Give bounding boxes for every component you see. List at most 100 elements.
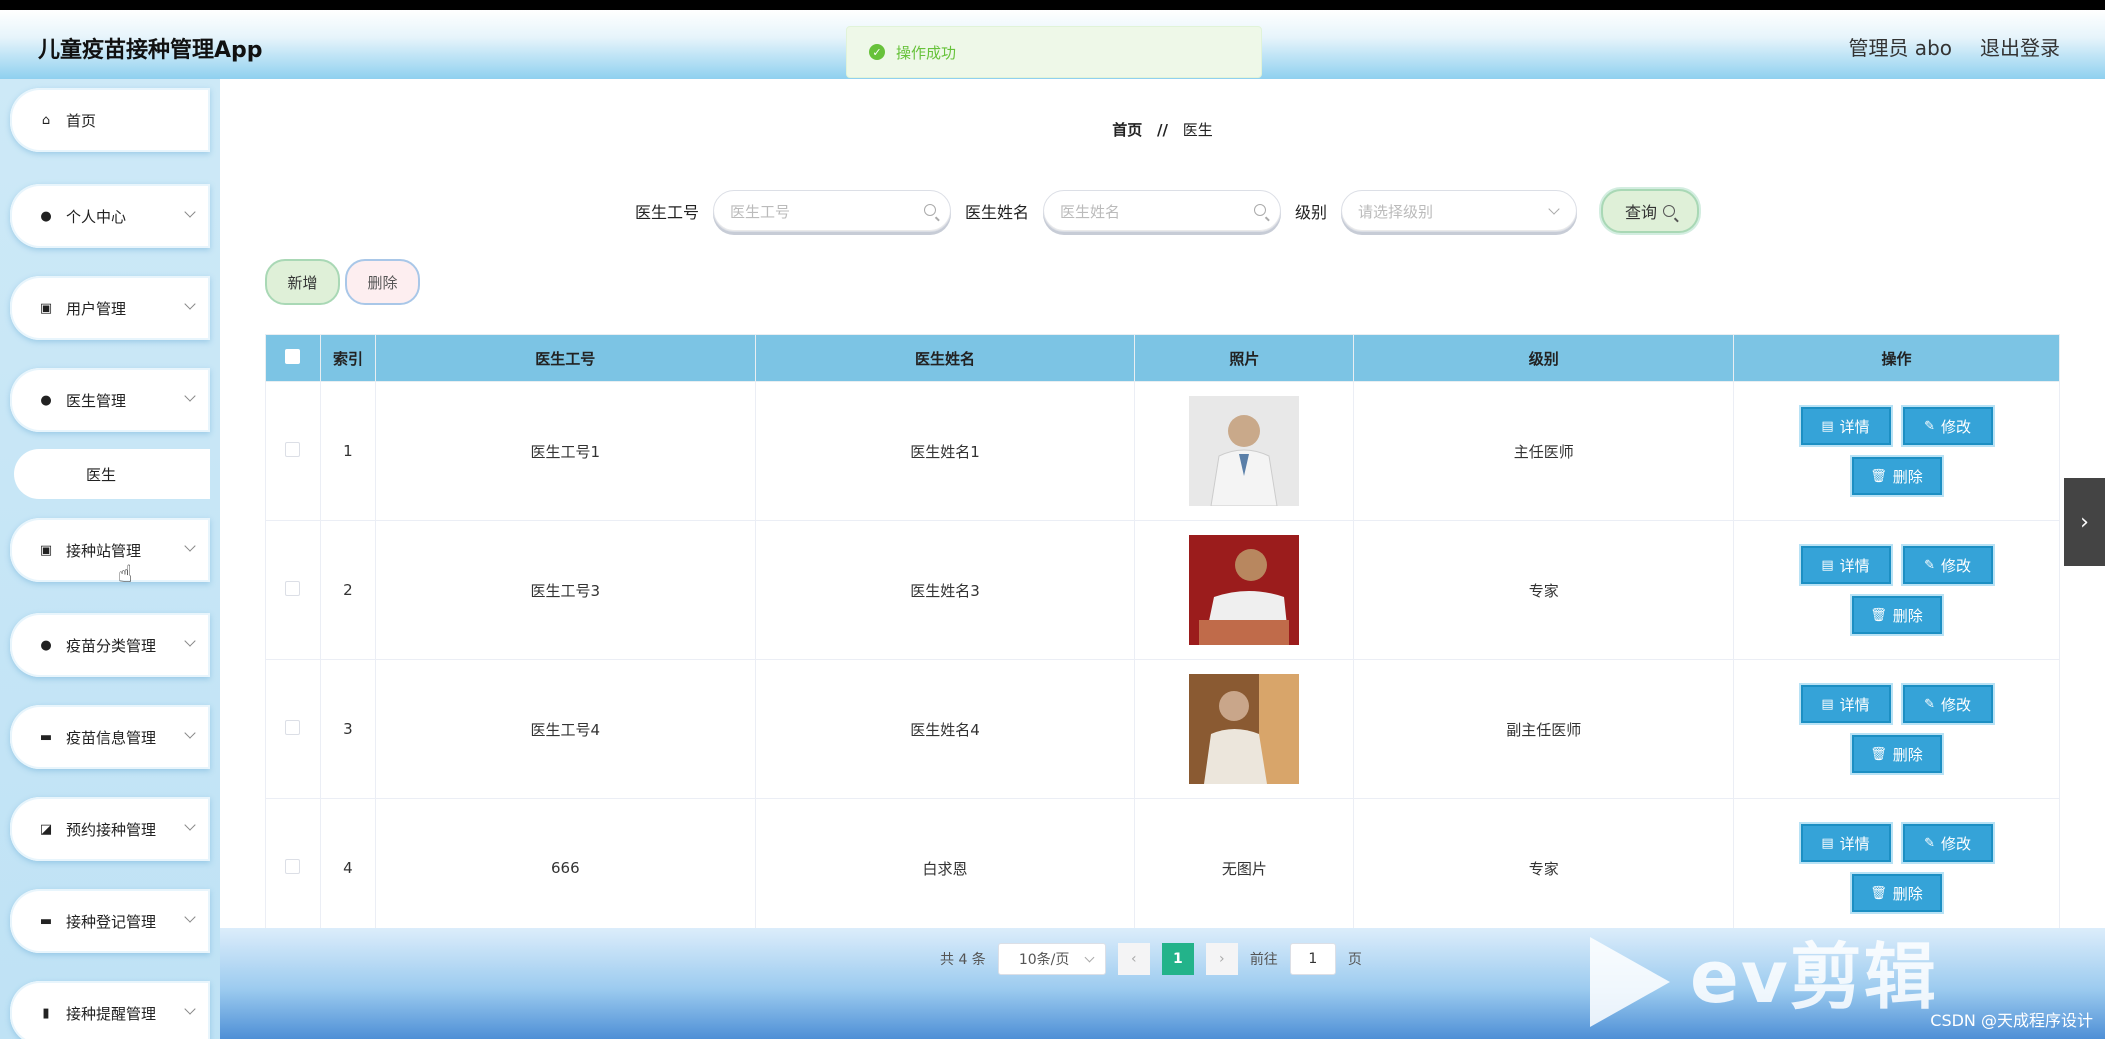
document-icon: ▤ bbox=[1821, 557, 1834, 573]
monitor-icon: ▬ bbox=[39, 913, 53, 929]
chevron-down-icon bbox=[184, 911, 196, 923]
chevron-down-icon bbox=[184, 1003, 196, 1015]
query-label: 查询 bbox=[1625, 203, 1658, 222]
edit-button[interactable]: ✎ 修改 bbox=[1902, 407, 1993, 445]
app-title: 儿童疫苗接种管理App bbox=[38, 38, 263, 63]
sidebar-item-reminders[interactable]: ▮ 接种提醒管理 bbox=[10, 981, 210, 1039]
sidebar-item-profile[interactable]: ● 个人中心 bbox=[10, 184, 210, 248]
row-checkbox[interactable] bbox=[285, 858, 301, 874]
sidebar-item-label: 疫苗分类管理 bbox=[66, 636, 157, 655]
user-icon: ● bbox=[40, 208, 52, 224]
header-index: 索引 bbox=[319, 334, 376, 382]
doctor-photo bbox=[1189, 674, 1300, 784]
table-row: 3 医生工号4 医生姓名4 副主任医师 ▤ 详情 ✎ 修改 🗑 删除 bbox=[265, 659, 2060, 799]
row-doctor-name: 医生姓名3 bbox=[754, 520, 1136, 660]
edit-icon: ✎ bbox=[1924, 557, 1935, 573]
logout-button[interactable]: 退出登录 bbox=[1980, 32, 2060, 61]
sidebar-item-stations[interactable]: ▣ 接种站管理 bbox=[10, 518, 210, 582]
check-circle-icon: ✓ bbox=[869, 44, 885, 60]
chevron-right-icon[interactable]: › bbox=[2064, 478, 2105, 566]
table-row: 2 医生工号3 医生姓名3 专家 ▤ 详情 ✎ 修改 🗑 删除 bbox=[265, 520, 2060, 660]
add-button[interactable]: 新增 bbox=[265, 259, 340, 305]
sidebar-subitem-label: 医生 bbox=[86, 465, 117, 484]
goto-label: 前往 bbox=[1249, 952, 1278, 968]
chevron-down-icon bbox=[184, 298, 196, 310]
detail-button[interactable]: ▤ 详情 bbox=[1800, 824, 1891, 862]
doctor-photo bbox=[1189, 396, 1300, 506]
home-icon: ⌂ bbox=[41, 112, 51, 128]
user-icon: ● bbox=[40, 637, 52, 653]
admin-user-label[interactable]: 管理员 abo bbox=[1848, 32, 1952, 61]
doctor-id-label: 医生工号 bbox=[635, 203, 700, 222]
search-icon bbox=[924, 204, 937, 216]
header-right: 管理员 abo 退出登录 bbox=[1848, 32, 2060, 61]
sidebar-item-label: 首页 bbox=[66, 111, 97, 130]
sidebar-item-users[interactable]: ▣ 用户管理 bbox=[10, 276, 210, 340]
header-doctor-name: 医生姓名 bbox=[754, 334, 1136, 382]
sidebar-item-registrations[interactable]: ▬ 接种登记管理 bbox=[10, 889, 210, 953]
delete-button[interactable]: 🗑 删除 bbox=[1851, 735, 1942, 773]
search-icon bbox=[1663, 205, 1676, 217]
doctor-name-input[interactable]: 医生姓名 bbox=[1043, 190, 1282, 232]
row-doctor-id: 医生工号4 bbox=[374, 659, 756, 799]
doctor-id-input[interactable]: 医生工号 bbox=[713, 190, 952, 232]
row-checkbox[interactable] bbox=[285, 441, 301, 457]
doctor-table: 索引 医生工号 医生姓名 照片 级别 操作 1 医生工号1 医生姓名1 主任医师… bbox=[265, 334, 2060, 938]
row-actions: ▤ 详情 ✎ 修改 🗑 删除 bbox=[1734, 546, 2059, 634]
row-level: 主任医师 bbox=[1353, 381, 1735, 521]
toast-message: 操作成功 bbox=[896, 43, 957, 62]
chevron-down-icon bbox=[184, 390, 196, 402]
detail-button[interactable]: ▤ 详情 bbox=[1800, 546, 1891, 584]
row-doctor-id: 医生工号3 bbox=[374, 520, 756, 660]
detail-button[interactable]: ▤ 详情 bbox=[1800, 407, 1891, 445]
table-row: 1 医生工号1 医生姓名1 主任医师 ▤ 详情 ✎ 修改 🗑 删除 bbox=[265, 381, 2060, 521]
next-page-button[interactable]: › bbox=[1205, 943, 1238, 975]
breadcrumb-current: 医生 bbox=[1182, 121, 1213, 139]
detail-button[interactable]: ▤ 详情 bbox=[1800, 685, 1891, 723]
row-level: 专家 bbox=[1353, 520, 1735, 660]
edit-button[interactable]: ✎ 修改 bbox=[1902, 824, 1993, 862]
sidebar-item-label: 个人中心 bbox=[66, 207, 127, 226]
edit-button[interactable]: ✎ 修改 bbox=[1902, 546, 1993, 584]
row-checkbox[interactable] bbox=[285, 580, 301, 596]
delete-button[interactable]: 🗑 删除 bbox=[1851, 596, 1942, 634]
hand-cursor-icon: ☝ bbox=[118, 560, 133, 588]
prev-page-button[interactable]: ‹ bbox=[1117, 943, 1150, 975]
delete-button[interactable]: 🗑 删除 bbox=[1851, 874, 1942, 912]
sidebar-subitem-doctor[interactable]: 医生 bbox=[14, 449, 210, 499]
wallet-icon: ▬ bbox=[39, 729, 53, 745]
row-checkbox[interactable] bbox=[285, 719, 301, 735]
breadcrumb-home[interactable]: 首页 bbox=[1112, 121, 1142, 139]
delete-button[interactable]: 🗑 删除 bbox=[1851, 457, 1942, 495]
sidebar-item-label: 接种登记管理 bbox=[66, 912, 157, 931]
chevron-down-icon bbox=[184, 635, 196, 647]
checklist-icon: ▣ bbox=[39, 542, 53, 558]
trash-icon: 🗑 bbox=[1870, 885, 1887, 901]
level-select[interactable]: 请选择级别 bbox=[1341, 190, 1578, 232]
search-icon bbox=[1254, 204, 1267, 216]
bar-chart-icon: ▮ bbox=[42, 1005, 50, 1021]
chevron-down-icon bbox=[184, 727, 196, 739]
sidebar-item-appointments[interactable]: ◪ 预约接种管理 bbox=[10, 797, 210, 861]
select-all-checkbox[interactable] bbox=[285, 348, 301, 364]
ev-watermark: ev剪辑 bbox=[1590, 918, 1938, 1028]
row-index: 3 bbox=[319, 659, 376, 799]
page-size-select[interactable]: 10条/页 bbox=[997, 943, 1106, 975]
sidebar-item-doctors[interactable]: ● 医生管理 bbox=[10, 368, 210, 432]
trash-icon: 🗑 bbox=[1870, 607, 1887, 623]
sidebar-item-vaccine-categories[interactable]: ● 疫苗分类管理 bbox=[10, 613, 210, 677]
edit-button[interactable]: ✎ 修改 bbox=[1902, 685, 1993, 723]
batch-delete-button[interactable]: 删除 bbox=[345, 259, 420, 305]
sidebar-item-label: 接种站管理 bbox=[66, 541, 142, 560]
row-index: 2 bbox=[319, 520, 376, 660]
sidebar-item-label: 疫苗信息管理 bbox=[66, 728, 157, 747]
level-label: 级别 bbox=[1295, 203, 1328, 222]
page-number-button[interactable]: 1 bbox=[1161, 943, 1194, 975]
goto-page-input[interactable]: 1 bbox=[1289, 943, 1336, 975]
sidebar-item-home[interactable]: ⌂ 首页 bbox=[10, 88, 210, 152]
query-button[interactable]: 查询 bbox=[1601, 189, 1700, 233]
document-icon: ▤ bbox=[1821, 696, 1834, 712]
select-all-cell[interactable] bbox=[265, 334, 321, 382]
doctor-id-placeholder: 医生工号 bbox=[730, 202, 791, 221]
sidebar-item-vaccine-info[interactable]: ▬ 疫苗信息管理 bbox=[10, 705, 210, 769]
